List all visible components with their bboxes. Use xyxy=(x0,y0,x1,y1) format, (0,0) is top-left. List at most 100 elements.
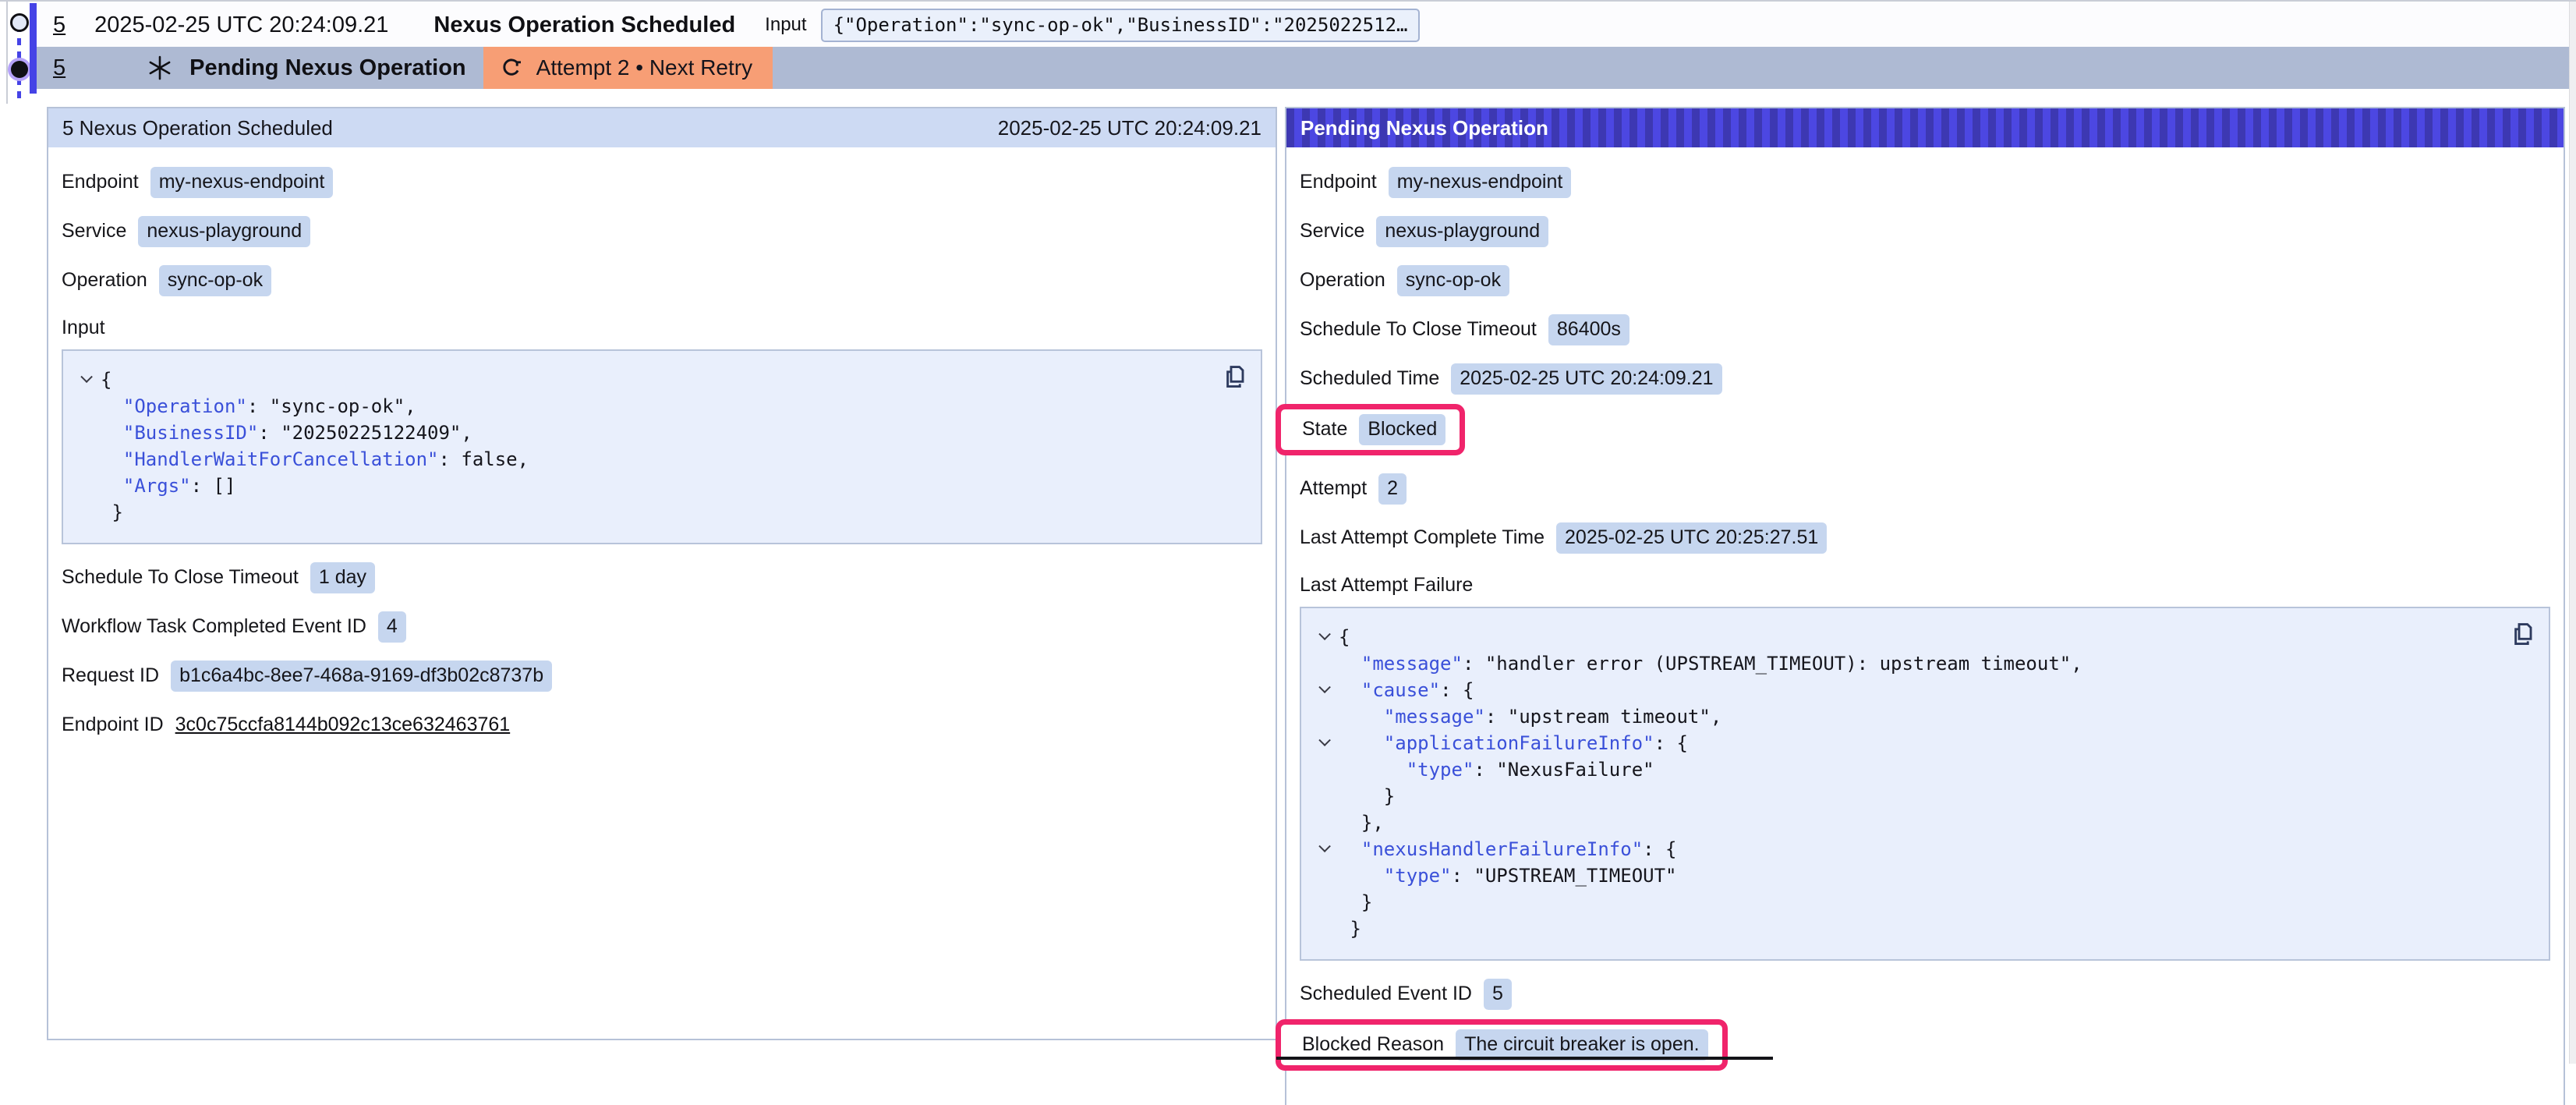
collapse-chevron-icon[interactable] xyxy=(1318,628,1331,640)
event-row-pending[interactable]: 5 Pending Nexus Operation Attempt 2 • Ne… xyxy=(37,47,2570,89)
scheduled-panel-header: 5 Nexus Operation Scheduled 2025-02-25 U… xyxy=(48,108,1276,147)
field-value-badge: 2025-02-25 UTC 20:25:27.51 xyxy=(1556,522,1827,554)
copy-button[interactable] xyxy=(1223,362,1250,391)
field-value-badge: 86400s xyxy=(1548,314,1629,345)
field-label: Scheduled Time xyxy=(1300,367,1439,390)
field-row-attempt: Attempt 2 xyxy=(1300,473,2550,505)
field-label: Endpoint xyxy=(1300,171,1377,193)
code-line-text: }, xyxy=(1339,809,1384,836)
field-label: Request ID xyxy=(62,664,159,687)
collapse-chevron-icon[interactable] xyxy=(1318,840,1331,852)
code-line: "type": "UPSTREAM_TIMEOUT" xyxy=(1312,862,2535,889)
failure-json-viewer: { "message": "handler error (UPSTREAM_TI… xyxy=(1300,607,2550,961)
code-line-text: { xyxy=(101,367,111,393)
input-json-viewer: { "Operation": "sync-op-ok", "BusinessID… xyxy=(62,349,1262,544)
code-line: "HandlerWaitForCancellation": false, xyxy=(74,446,1247,473)
code-line-text: "message": "handler error (UPSTREAM_TIME… xyxy=(1339,650,2082,677)
field-label: Service xyxy=(62,220,126,243)
collapse-chevron-icon[interactable] xyxy=(1318,734,1331,746)
event-row-scheduled[interactable]: 5 2025-02-25 UTC 20:24:09.21 Nexus Opera… xyxy=(37,3,2570,47)
timeline-event-dot-active-icon xyxy=(11,61,28,78)
field-value-badge: 2025-02-25 UTC 20:24:09.21 xyxy=(1451,363,1721,395)
code-line: { xyxy=(74,367,1247,393)
collapse-chevron-icon[interactable] xyxy=(1318,681,1331,693)
code-line-gutter xyxy=(1312,730,1339,756)
code-line-text: "cause": { xyxy=(1339,677,1474,703)
field-label: Last Attempt Complete Time xyxy=(1300,526,1545,549)
code-line: "message": "handler error (UPSTREAM_TIME… xyxy=(1312,650,2535,677)
vertical-scrollbar[interactable] xyxy=(2569,2,2576,1064)
code-line: } xyxy=(1312,783,2535,809)
pending-panel-header: Pending Nexus Operation xyxy=(1286,108,2564,147)
scheduled-panel-timestamp: 2025-02-25 UTC 20:24:09.21 xyxy=(998,116,1261,140)
field-value-badge: 2 xyxy=(1378,473,1407,505)
pending-asterisk-icon xyxy=(146,54,174,82)
collapse-chevron-icon[interactable] xyxy=(80,370,93,383)
code-line-gutter xyxy=(74,420,101,446)
code-line: "Args": [] xyxy=(74,473,1247,499)
field-label: Workflow Task Completed Event ID xyxy=(62,615,366,638)
blocked-reason-value-badge: The circuit breaker is open. xyxy=(1456,1029,1708,1061)
field-value-badge: nexus-playground xyxy=(1376,216,1548,247)
code-line: "BusinessID": "20250225122409", xyxy=(74,420,1247,446)
code-line-text: "type": "NexusFailure" xyxy=(1339,756,1654,783)
code-line-gutter xyxy=(1312,624,1339,650)
field-label: Service xyxy=(1300,220,1364,243)
field-row-endpoint: Endpoint my-nexus-endpoint xyxy=(62,166,1262,198)
endpoint-id-link[interactable]: 3c0c75ccfa8144b092c13ce632463761 xyxy=(175,714,511,736)
field-row-service: Service nexus-playground xyxy=(1300,215,2550,247)
field-value-badge: b1c6a4bc-8ee7-468a-9169-df3b02c8737b xyxy=(171,661,552,692)
copy-icon xyxy=(1223,363,1247,390)
field-value-badge: nexus-playground xyxy=(138,216,310,247)
field-row-state: State Blocked xyxy=(1302,413,1445,445)
field-value-badge: my-nexus-endpoint xyxy=(1389,167,1572,198)
code-line: "cause": { xyxy=(1312,677,2535,703)
code-line: } xyxy=(1312,889,2535,916)
code-line-text: "BusinessID": "20250225122409", xyxy=(101,420,472,446)
field-value-badge: sync-op-ok xyxy=(1397,265,1509,296)
field-label: State xyxy=(1302,418,1347,441)
event-input-label: Input xyxy=(765,14,806,36)
field-label: Scheduled Event ID xyxy=(1300,983,1472,1005)
field-row-endpoint: Endpoint my-nexus-endpoint xyxy=(1300,166,2550,198)
field-row-request-id: Request ID b1c6a4bc-8ee7-468a-9169-df3b0… xyxy=(62,660,1262,692)
retry-icon xyxy=(499,55,524,80)
temporal-event-history-page: { "colors": { "accent_blue": "#4543e6", … xyxy=(0,0,2576,1064)
field-label: Schedule To Close Timeout xyxy=(62,566,299,589)
field-row-last-attempt-complete-time: Last Attempt Complete Time 2025-02-25 UT… xyxy=(1300,522,2550,554)
copy-button[interactable] xyxy=(2511,619,2538,649)
event-id-link[interactable]: 5 xyxy=(53,12,65,38)
code-line: "applicationFailureInfo": { xyxy=(1312,730,2535,756)
code-line-text: "nexusHandlerFailureInfo": { xyxy=(1339,836,1677,862)
code-line-text: "message": "upstream timeout", xyxy=(1339,703,1721,730)
code-line-gutter xyxy=(1312,650,1339,677)
field-label: Blocked Reason xyxy=(1302,1033,1444,1056)
event-timestamp: 2025-02-25 UTC 20:24:09.21 xyxy=(94,12,388,38)
code-line-gutter xyxy=(74,393,101,420)
timeline-event-dot-open-icon xyxy=(10,13,29,32)
code-line: } xyxy=(1312,916,2535,942)
field-label: Schedule To Close Timeout xyxy=(1300,318,1537,341)
attempt-retry-badge: Attempt 2 • Next Retry xyxy=(483,47,773,89)
event-input-preview-badge: {"Operation":"sync-op-ok","BusinessID":"… xyxy=(821,9,1421,42)
copy-icon xyxy=(2511,621,2535,647)
code-line: { xyxy=(1312,624,2535,650)
code-line-text: } xyxy=(1339,916,1361,942)
field-value-badge: 1 day xyxy=(310,562,375,593)
pending-operation-detail-panel: Pending Nexus Operation Endpoint my-nexu… xyxy=(1285,107,2565,1105)
field-row-schedule-to-close: Schedule To Close Timeout 1 day xyxy=(62,561,1262,593)
field-row-service: Service nexus-playground xyxy=(62,215,1262,247)
code-line: "type": "NexusFailure" xyxy=(1312,756,2535,783)
code-line-gutter xyxy=(1312,916,1339,942)
field-row-scheduled-time: Scheduled Time 2025-02-25 UTC 20:24:09.2… xyxy=(1300,363,2550,395)
field-row-schedule-to-close: Schedule To Close Timeout 86400s xyxy=(1300,313,2550,345)
field-value-badge: sync-op-ok xyxy=(159,265,271,296)
scheduled-event-detail-panel: 5 Nexus Operation Scheduled 2025-02-25 U… xyxy=(47,107,1277,1040)
code-line-gutter xyxy=(1312,756,1339,783)
field-row-wft-completed-id: Workflow Task Completed Event ID 4 xyxy=(62,611,1262,643)
event-id-link[interactable]: 5 xyxy=(53,55,65,81)
code-line-gutter xyxy=(74,473,101,499)
last-attempt-failure-label: Last Attempt Failure xyxy=(1300,574,2550,597)
code-line-gutter xyxy=(1312,809,1339,836)
state-highlight-annotation: State Blocked xyxy=(1276,404,1465,455)
